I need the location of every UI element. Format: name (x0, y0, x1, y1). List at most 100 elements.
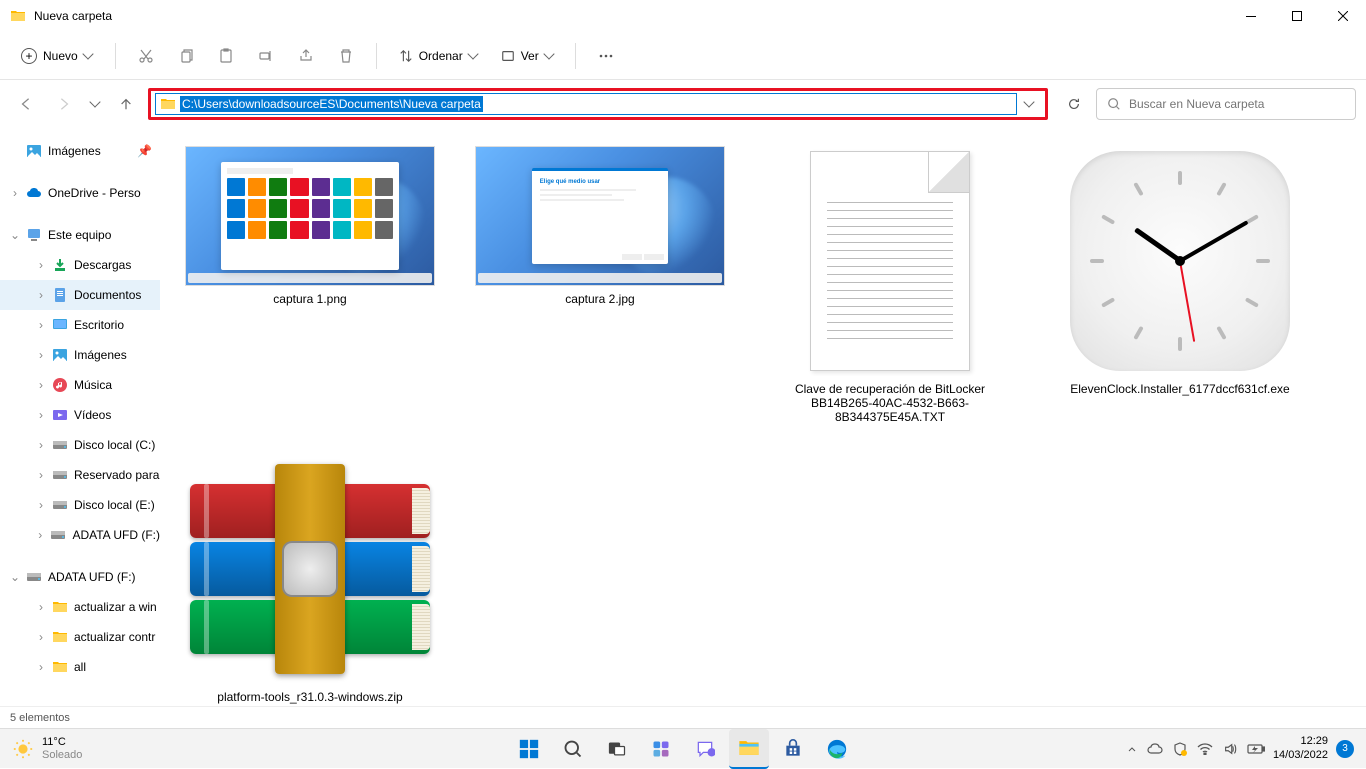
folder-icon (10, 8, 26, 24)
chat-button[interactable] (685, 729, 725, 769)
chevron-icon[interactable]: › (36, 660, 46, 674)
file-name: platform-tools_r31.0.3-windows.zip (217, 690, 402, 704)
sidebar-item[interactable]: › actualizar contr (0, 622, 160, 652)
cut-button[interactable] (128, 38, 164, 74)
sidebar-item[interactable]: ⌄ ADATA UFD (F:) (0, 562, 160, 592)
chevron-icon[interactable]: › (36, 498, 46, 512)
search-input[interactable] (1129, 97, 1345, 111)
search-box[interactable] (1096, 88, 1356, 120)
taskbar-clock[interactable]: 12:29 14/03/2022 (1273, 735, 1328, 761)
taskbar: 11°C Soleado 12:29 14/03/2022 3 (0, 728, 1366, 768)
battery-icon[interactable] (1247, 743, 1265, 755)
window-title: Nueva carpeta (34, 9, 112, 23)
chevron-icon[interactable]: › (36, 378, 46, 392)
sidebar-item[interactable]: ›Escritorio (0, 310, 160, 340)
file-explorer-task[interactable] (729, 729, 769, 769)
share-button[interactable] (288, 38, 324, 74)
address-path[interactable]: C:\Users\downloadsourceES\Documents\Nuev… (180, 96, 483, 112)
chevron-icon[interactable]: ⌄ (10, 228, 20, 242)
file-name: Clave de recuperación de BitLocker BB14B… (765, 382, 1015, 424)
chevron-icon[interactable]: › (36, 468, 46, 482)
drive-icon (52, 497, 68, 513)
weather-info: 11°C Soleado (42, 736, 82, 760)
separator (376, 43, 377, 69)
chevron-icon[interactable]: › (36, 438, 46, 452)
sidebar-item[interactable]: ›Descargas (0, 250, 160, 280)
copy-button[interactable] (168, 38, 204, 74)
sidebar-item[interactable]: ›Música (0, 370, 160, 400)
file-item[interactable]: ElevenClock.Installer_6177dccf631cf.exe (1050, 146, 1310, 424)
forward-button[interactable] (48, 88, 80, 120)
chevron-icon[interactable]: ⌄ (10, 570, 20, 584)
up-button[interactable] (110, 88, 142, 120)
sidebar-item[interactable]: ›OneDrive - Perso (0, 178, 160, 208)
security-tray-icon[interactable] (1173, 742, 1187, 756)
chevron-icon[interactable]: › (36, 528, 44, 542)
file-thumbnail: Elige qué medio usar (475, 146, 725, 286)
volume-icon[interactable] (1223, 742, 1237, 756)
chevron-icon[interactable]: › (36, 318, 46, 332)
clock-time: 12:29 (1300, 735, 1328, 748)
chevron-icon[interactable]: › (10, 186, 20, 200)
file-item[interactable]: Clave de recuperación de BitLocker BB14B… (760, 146, 1020, 424)
sidebar-item[interactable]: ›Disco local (C:) (0, 430, 160, 460)
chevron-icon[interactable]: › (36, 348, 46, 362)
tray-overflow[interactable] (1127, 744, 1137, 754)
sidebar-item[interactable]: ›all (0, 652, 160, 682)
refresh-button[interactable] (1058, 88, 1090, 120)
sidebar-item-label: Este equipo (48, 228, 111, 242)
item-count: 5 elementos (10, 712, 70, 724)
sidebar-item[interactable]: ›Disco local (E:) (0, 490, 160, 520)
sidebar-item[interactable]: ⌄ Este equipo (0, 220, 160, 250)
rename-button[interactable] (248, 38, 284, 74)
chevron-icon[interactable]: › (36, 408, 46, 422)
address-bar[interactable]: C:\Users\downloadsourceES\Documents\Nuev… (155, 93, 1017, 115)
navigation-pane[interactable]: Imágenes📌›OneDrive - Perso⌄Este equipo›D… (0, 128, 160, 706)
sidebar-item[interactable]: › Documentos (0, 280, 160, 310)
search-task-button[interactable] (553, 729, 593, 769)
wifi-icon[interactable] (1197, 743, 1213, 755)
chevron-icon[interactable]: › (36, 630, 46, 644)
sort-button[interactable]: Ordenar (389, 43, 487, 69)
delete-button[interactable] (328, 38, 364, 74)
new-button[interactable]: + Nuevo (10, 41, 103, 71)
close-button[interactable] (1320, 0, 1366, 32)
address-dropdown[interactable] (1017, 102, 1041, 106)
start-button[interactable] (509, 729, 549, 769)
store-button[interactable] (773, 729, 813, 769)
sidebar-item-label: Imágenes (74, 348, 127, 362)
edge-button[interactable] (817, 729, 857, 769)
sidebar-item[interactable]: ›Reservado para (0, 460, 160, 490)
history-dropdown[interactable] (86, 88, 104, 120)
sidebar-item-label: ADATA UFD (F:) (48, 570, 136, 584)
chevron-icon[interactable]: › (36, 288, 46, 302)
paste-button[interactable] (208, 38, 244, 74)
file-list[interactable]: captura 1.pngElige qué medio usarcaptura… (160, 128, 1366, 706)
usb-icon (26, 569, 42, 585)
file-item[interactable]: platform-tools_r31.0.3-windows.zip (180, 454, 440, 704)
chevron-icon[interactable]: › (36, 258, 46, 272)
sidebar-item[interactable]: ›Vídeos (0, 400, 160, 430)
maximize-button[interactable] (1274, 0, 1320, 32)
sidebar-item[interactable]: ›actualizar a win (0, 592, 160, 622)
file-item[interactable]: captura 1.png (180, 146, 440, 424)
sidebar-item[interactable]: Imágenes📌 (0, 136, 160, 166)
onedrive-tray-icon[interactable] (1147, 743, 1163, 755)
sidebar-item-label: Documentos (74, 288, 141, 302)
chevron-icon[interactable]: › (36, 600, 46, 614)
notification-badge[interactable]: 3 (1336, 740, 1354, 758)
sort-label: Ordenar (419, 49, 463, 63)
widgets-button[interactable] (641, 729, 681, 769)
weather-widget[interactable]: 11°C Soleado (4, 736, 90, 760)
folder-icon (52, 659, 68, 675)
sidebar-item-label: actualizar contr (74, 630, 155, 644)
file-item[interactable]: Elige qué medio usarcaptura 2.jpg (470, 146, 730, 424)
sidebar-item[interactable]: › Imágenes (0, 340, 160, 370)
more-button[interactable] (588, 38, 624, 74)
sidebar-item[interactable]: ›ADATA UFD (F:) (0, 520, 160, 550)
back-button[interactable] (10, 88, 42, 120)
view-button[interactable]: Ver (491, 43, 563, 69)
search-icon (1107, 97, 1121, 111)
task-view-button[interactable] (597, 729, 637, 769)
minimize-button[interactable] (1228, 0, 1274, 32)
